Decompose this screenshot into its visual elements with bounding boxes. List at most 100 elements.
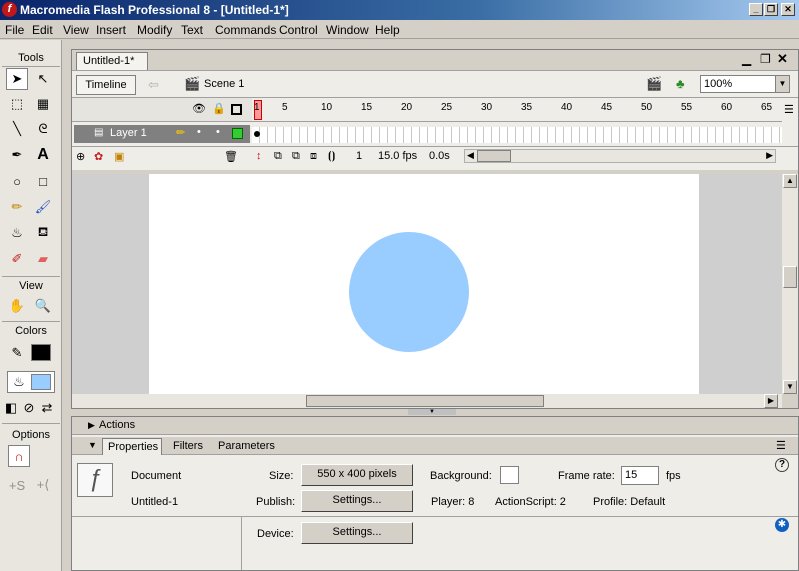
text-tool-icon[interactable]: A: [32, 144, 54, 166]
scroll-right-icon[interactable]: ▶: [766, 150, 773, 161]
collapse-arrow-icon[interactable]: ▼: [88, 440, 97, 450]
outline-icon[interactable]: [231, 104, 242, 115]
frame-cells[interactable]: [252, 127, 782, 143]
background-color-swatch[interactable]: [500, 466, 519, 484]
brush-tool-icon[interactable]: 🖌: [32, 196, 54, 218]
stroke-color-swatch[interactable]: [31, 344, 51, 361]
menu-control[interactable]: Control: [279, 23, 318, 37]
no-color-icon[interactable]: ⊘: [20, 397, 38, 419]
straighten-icon[interactable]: +⟨: [32, 474, 54, 496]
tab-properties[interactable]: Properties: [102, 438, 162, 455]
center-frame-icon[interactable]: ↕: [256, 150, 262, 162]
lock-dot-icon[interactable]: •: [216, 126, 220, 138]
zoom-tool-icon[interactable]: 🔍: [32, 295, 54, 317]
menu-window[interactable]: Window: [326, 23, 369, 37]
pencil-tool-icon[interactable]: ✏: [6, 196, 28, 218]
frame-rate-input[interactable]: 15: [621, 466, 659, 485]
hscroll-thumb[interactable]: [306, 395, 544, 407]
timeline-toggle-button[interactable]: Timeline: [76, 75, 136, 95]
rectangle-tool-icon[interactable]: □: [32, 170, 54, 192]
blue-circle-shape[interactable]: [349, 232, 469, 352]
menu-commands[interactable]: Commands: [215, 23, 276, 37]
insert-folder-icon[interactable]: ▣: [114, 150, 124, 163]
line-tool-icon[interactable]: ╲: [6, 118, 28, 140]
selection-tool-icon[interactable]: ➤: [6, 68, 28, 90]
timeline-menu-icon[interactable]: ☰: [784, 103, 794, 116]
pen-tool-icon[interactable]: ✒: [6, 144, 28, 166]
stage[interactable]: [149, 174, 699, 394]
menu-file[interactable]: File: [5, 23, 24, 37]
pasteboard[interactable]: [72, 174, 782, 394]
keyframe-dot[interactable]: [254, 131, 260, 137]
publish-settings-button[interactable]: Settings...: [301, 490, 413, 512]
swap-colors-icon[interactable]: ⇄: [38, 397, 56, 419]
free-transform-tool-icon[interactable]: ⬚: [6, 93, 28, 115]
fill-color-swatch[interactable]: [31, 374, 51, 390]
oval-tool-icon[interactable]: ○: [6, 170, 28, 192]
eye-icon[interactable]: 👁: [192, 102, 206, 115]
chevron-down-icon[interactable]: ▼: [775, 76, 789, 92]
edit-multiple-frames-icon[interactable]: ⧈: [310, 150, 317, 163]
close-button[interactable]: ✕: [781, 3, 795, 16]
tab-filters[interactable]: Filters: [173, 440, 203, 452]
menu-text[interactable]: Text: [181, 23, 203, 37]
layer-name[interactable]: Layer 1: [110, 127, 147, 139]
menu-edit[interactable]: Edit: [32, 23, 53, 37]
zoom-select[interactable]: 100% ▼: [700, 75, 790, 93]
vscroll-thumb[interactable]: [783, 266, 797, 288]
accessibility-icon[interactable]: ✱: [775, 518, 789, 532]
onion-skin-icon[interactable]: ⧉: [274, 150, 282, 163]
menu-modify[interactable]: Modify: [137, 23, 172, 37]
add-motion-guide-icon[interactable]: ✿: [94, 150, 103, 163]
eraser-tool-icon[interactable]: ▰: [32, 248, 54, 270]
actions-panel-header[interactable]: ▶ Actions: [72, 417, 798, 435]
device-settings-button[interactable]: Settings...: [301, 522, 413, 544]
help-icon[interactable]: ?: [775, 458, 789, 472]
doc-close-icon[interactable]: ✕: [777, 51, 788, 67]
scroll-right-icon[interactable]: ▶: [764, 394, 778, 408]
stage-hscroll[interactable]: ▶: [72, 394, 782, 408]
edit-scene-icon[interactable]: 🎬: [646, 76, 662, 92]
menu-help[interactable]: Help: [375, 23, 400, 37]
size-button[interactable]: 550 x 400 pixels: [301, 464, 413, 486]
fill-transform-tool-icon[interactable]: ▦: [32, 93, 54, 115]
outline-color-swatch[interactable]: [232, 128, 243, 139]
minimize-button[interactable]: _: [749, 3, 763, 16]
snap-to-objects-icon[interactable]: ∩: [8, 445, 30, 467]
panel-options-icon[interactable]: ☰: [776, 439, 786, 452]
delete-layer-icon[interactable]: 🗑: [224, 150, 238, 163]
scroll-left-icon[interactable]: ◀: [467, 150, 474, 161]
lasso-tool-icon[interactable]: ᘓ: [32, 118, 54, 140]
document-tab[interactable]: Untitled-1*: [76, 52, 148, 70]
hand-tool-icon[interactable]: ✋: [6, 295, 28, 317]
subselection-tool-icon[interactable]: ↖: [32, 68, 54, 90]
smooth-icon[interactable]: +S: [6, 474, 28, 496]
black-white-icon[interactable]: ◧: [2, 397, 20, 419]
stage-vscroll[interactable]: ▲ ▼: [782, 174, 798, 394]
restore-button[interactable]: ❐: [764, 3, 778, 16]
properties-panel-header: ▼ Properties Filters Parameters ☰: [72, 437, 798, 455]
insert-layer-icon[interactable]: ⊕: [76, 150, 85, 163]
timeline-hscroll[interactable]: ◀ ▶: [464, 149, 776, 163]
onion-outlines-icon[interactable]: ⧉: [292, 150, 300, 163]
menu-view[interactable]: View: [63, 23, 89, 37]
eyedropper-tool-icon[interactable]: ✐: [6, 248, 28, 270]
actions-label[interactable]: Actions: [99, 419, 135, 431]
back-arrow-icon[interactable]: ⇦: [148, 77, 159, 93]
visible-dot-icon[interactable]: •: [197, 126, 201, 138]
panel-collapse-handle[interactable]: ▼: [408, 409, 456, 415]
ink-bottle-tool-icon[interactable]: ♨: [6, 222, 28, 244]
tab-parameters[interactable]: Parameters: [218, 440, 275, 452]
scroll-down-icon[interactable]: ▼: [783, 380, 797, 394]
lock-icon[interactable]: 🔒: [212, 102, 226, 115]
scroll-up-icon[interactable]: ▲: [783, 174, 797, 188]
modify-markers-icon[interactable]: ⦗⦘: [328, 150, 335, 163]
layer-row[interactable]: ▤ Layer 1 ✏ • •: [74, 125, 250, 143]
edit-symbols-icon[interactable]: ♣: [676, 76, 685, 91]
doc-restore-icon[interactable]: ❐: [760, 52, 771, 66]
paint-bucket-tool-icon[interactable]: ⛾: [32, 222, 54, 244]
scroll-thumb[interactable]: [477, 150, 511, 162]
menu-insert[interactable]: Insert: [96, 23, 126, 37]
doc-minimize-icon[interactable]: ▁: [742, 52, 751, 66]
expand-arrow-icon[interactable]: ▶: [88, 420, 95, 431]
